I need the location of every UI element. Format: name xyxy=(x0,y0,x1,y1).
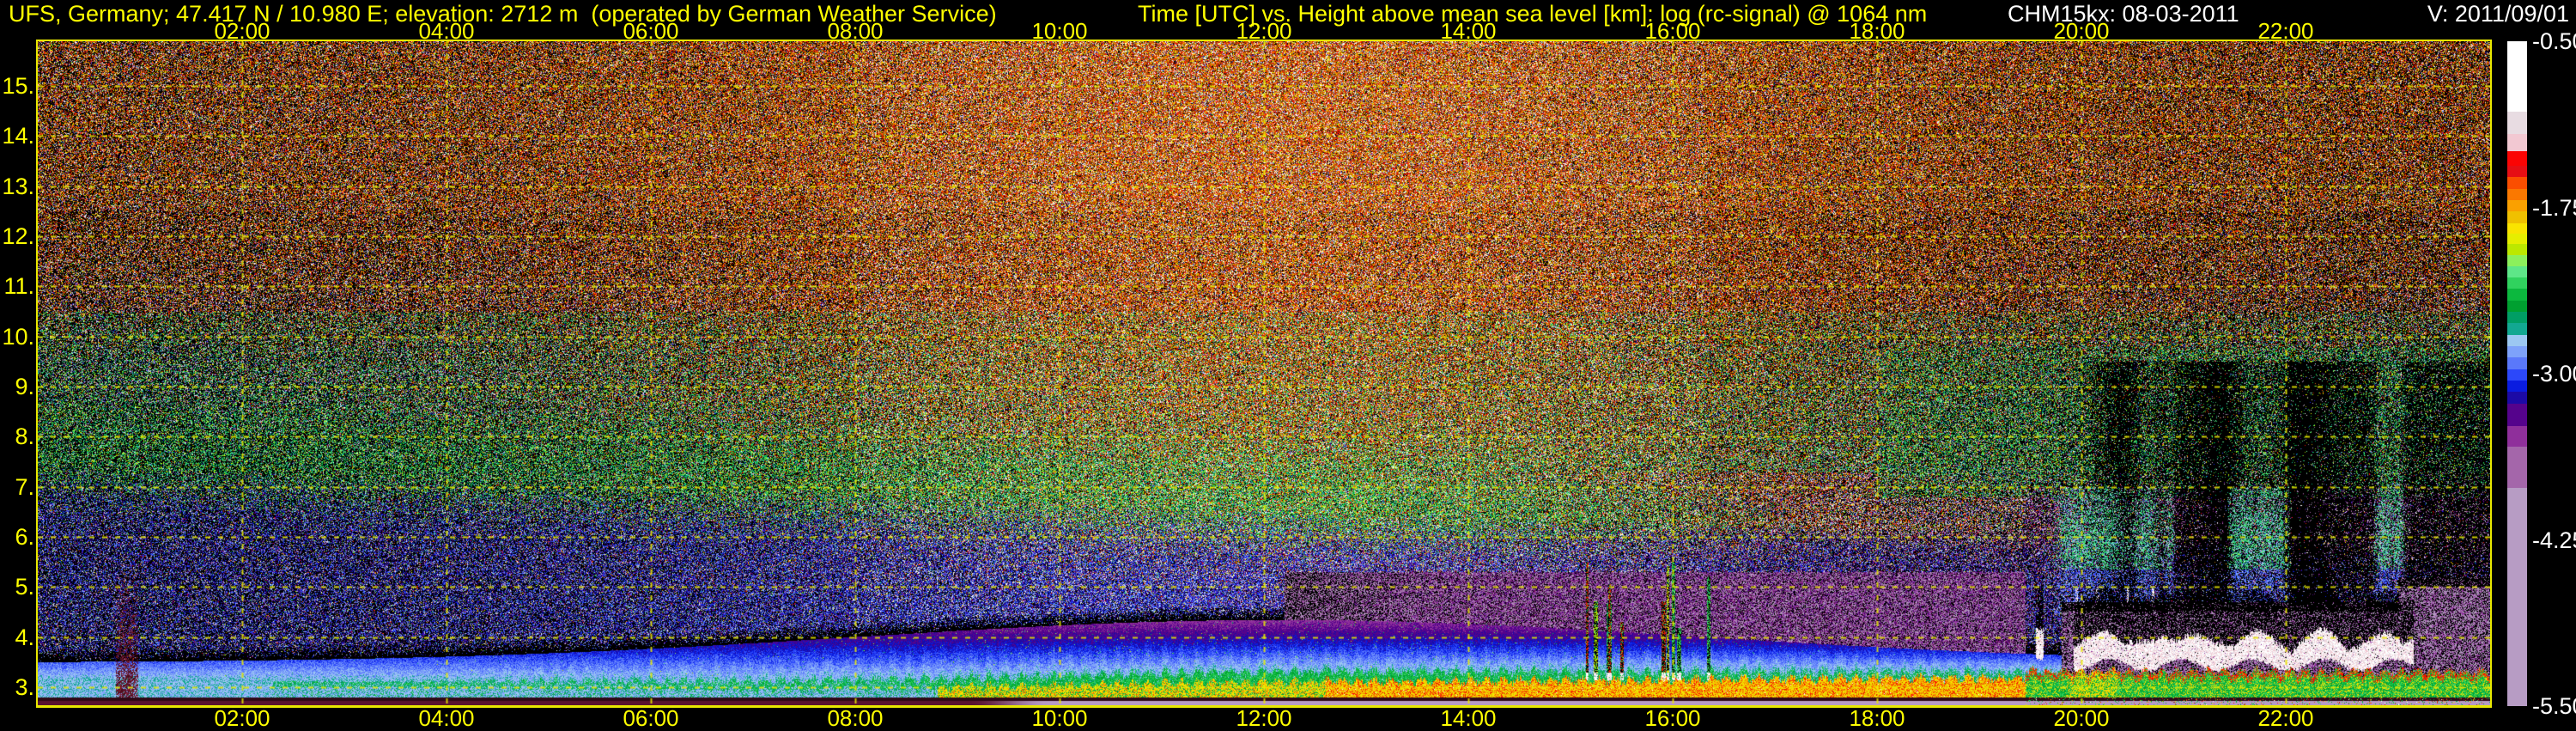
x-tick-label-bottom: 22:00 xyxy=(2226,708,2346,728)
y-tick-label: 9. xyxy=(0,375,34,399)
colorbar-tick-label: -5.50 xyxy=(2532,694,2576,718)
y-tick-label: 5. xyxy=(0,575,34,599)
x-tick-label-bottom: 16:00 xyxy=(1613,708,1733,728)
x-tick-label-bottom: 06:00 xyxy=(591,708,711,728)
y-tick-label: 10. xyxy=(0,325,34,349)
colorbar-segment xyxy=(2507,223,2527,234)
y-tick-label: 15. xyxy=(0,74,34,98)
heatmap-canvas xyxy=(38,41,2490,705)
y-tick-label: 12. xyxy=(0,224,34,248)
x-tick-label-top: 02:00 xyxy=(182,21,302,41)
colorbar-segment xyxy=(2507,447,2527,488)
y-tick-label: 13. xyxy=(0,174,34,198)
colorbar-tick-label: -4.25 xyxy=(2532,528,2576,552)
x-tick-label-bottom: 14:00 xyxy=(1408,708,1528,728)
heatmap-plot-area xyxy=(36,40,2492,708)
colorbar-segment xyxy=(2507,369,2527,381)
colorbar-segment xyxy=(2507,151,2527,166)
colorbar-segment xyxy=(2507,211,2527,223)
colorbar-segment xyxy=(2507,234,2527,244)
colorbar-segment xyxy=(2507,255,2527,266)
colorbar-segment xyxy=(2507,177,2527,189)
colorbar xyxy=(2507,41,2527,706)
version-label: V: 2011/09/01 xyxy=(2427,2,2569,26)
x-tick-label-bottom: 04:00 xyxy=(386,708,507,728)
colorbar-segment xyxy=(2507,277,2527,289)
colorbar-segment xyxy=(2507,392,2527,404)
colorbar-segment xyxy=(2507,426,2527,447)
x-tick-label-bottom: 10:00 xyxy=(999,708,1120,728)
colorbar-tick-label: -0.50 xyxy=(2532,29,2576,53)
colorbar-segment xyxy=(2507,301,2527,312)
colorbar-segment xyxy=(2507,189,2527,200)
colorbar-segment xyxy=(2507,112,2527,134)
colorbar-segment xyxy=(2507,404,2527,426)
colorbar-segment xyxy=(2507,41,2527,112)
y-tick-label: 11. xyxy=(0,274,34,298)
y-tick-label: 3. xyxy=(0,675,34,699)
y-tick-label: 4. xyxy=(0,625,34,649)
x-tick-label-top: 22:00 xyxy=(2226,21,2346,41)
colorbar-segment xyxy=(2507,346,2527,357)
x-tick-label-top: 08:00 xyxy=(795,21,915,41)
colorbar-segment xyxy=(2507,134,2527,151)
x-tick-label-top: 14:00 xyxy=(1408,21,1528,41)
colorbar-segment xyxy=(2507,381,2527,392)
x-tick-label-bottom: 08:00 xyxy=(795,708,915,728)
x-tick-label-bottom: 18:00 xyxy=(1817,708,1937,728)
colorbar-segment xyxy=(2507,266,2527,277)
colorbar-segment xyxy=(2507,335,2527,346)
colorbar-segment xyxy=(2507,488,2527,706)
x-tick-label-bottom: 12:00 xyxy=(1204,708,1324,728)
colorbar-segment xyxy=(2507,289,2527,301)
x-tick-label-top: 10:00 xyxy=(999,21,1120,41)
x-tick-label-top: 20:00 xyxy=(2021,21,2142,41)
colorbar-segment xyxy=(2507,166,2527,177)
x-tick-label-top: 12:00 xyxy=(1204,21,1324,41)
y-tick-label: 6. xyxy=(0,525,34,549)
colorbar-tick-label: -1.75 xyxy=(2532,196,2576,220)
x-tick-label-top: 18:00 xyxy=(1817,21,1937,41)
y-tick-label: 14. xyxy=(0,124,34,148)
colorbar-tick-label: -3.00 xyxy=(2532,362,2576,386)
colorbar-segment xyxy=(2507,323,2527,335)
colorbar-segment xyxy=(2507,200,2527,211)
y-tick-label: 7. xyxy=(0,475,34,499)
y-tick-label: 8. xyxy=(0,424,34,448)
x-tick-label-top: 16:00 xyxy=(1613,21,1733,41)
colorbar-segment xyxy=(2507,312,2527,323)
x-tick-label-top: 06:00 xyxy=(591,21,711,41)
x-tick-label-bottom: 20:00 xyxy=(2021,708,2142,728)
colorbar-segment xyxy=(2507,244,2527,255)
x-tick-label-bottom: 02:00 xyxy=(182,708,302,728)
colorbar-segment xyxy=(2507,357,2527,369)
x-tick-label-top: 04:00 xyxy=(386,21,507,41)
